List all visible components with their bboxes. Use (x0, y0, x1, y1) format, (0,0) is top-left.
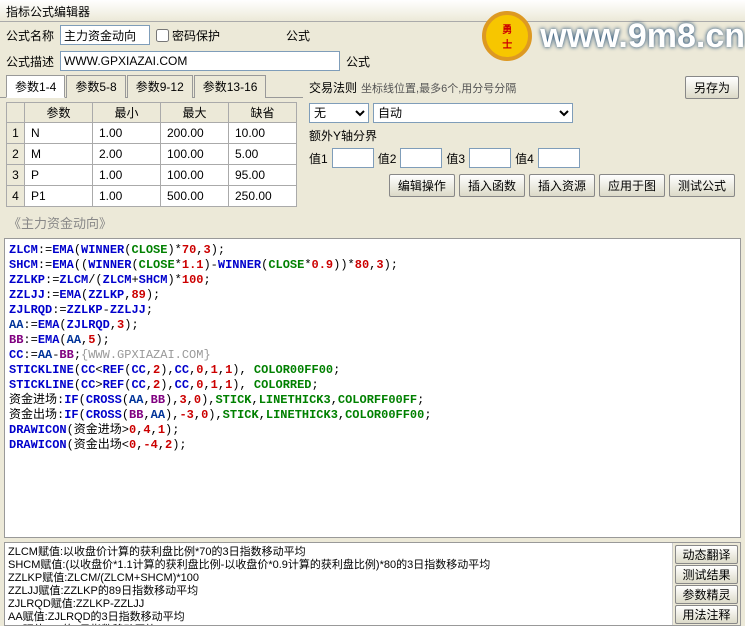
side-btn-2[interactable]: 参数精灵 (675, 585, 738, 604)
password-protect-checkbox[interactable]: 密码保护 (156, 27, 220, 44)
parameter-table: 参数最小最大缺省 1234 (6, 102, 297, 207)
value1-input[interactable] (332, 148, 374, 168)
side-btn-0[interactable]: 动态翻译 (675, 545, 738, 564)
param-1-min[interactable] (96, 124, 156, 142)
toolbar-btn-3[interactable]: 应用于图 (599, 174, 665, 197)
param-4-max[interactable] (164, 187, 224, 205)
formula-name-input[interactable] (60, 25, 150, 45)
formula-desc-label: 公式描述 (6, 53, 54, 70)
toolbar-btn-2[interactable]: 插入资源 (529, 174, 595, 197)
rule-select-2[interactable]: 自动 (373, 103, 573, 123)
code-editor[interactable]: ZLCM:=EMA(WINNER(CLOSE)*70,3); SHCM:=EMA… (4, 238, 741, 538)
param-4-def[interactable] (232, 187, 292, 205)
value4-input[interactable] (538, 148, 580, 168)
trade-rule-label: 交易法则 (309, 79, 357, 96)
formula-label-1: 公式 (286, 27, 310, 44)
side-btn-1[interactable]: 测试结果 (675, 565, 738, 584)
rule-select-1[interactable]: 无 (309, 103, 369, 123)
param-tab-2[interactable]: 参数9-12 (127, 75, 193, 98)
toolbar-btn-4[interactable]: 测试公式 (669, 174, 735, 197)
value2-input[interactable] (400, 148, 442, 168)
param-tab-3[interactable]: 参数13-16 (194, 75, 267, 98)
param-2-min[interactable] (96, 145, 156, 163)
value3-input[interactable] (469, 148, 511, 168)
param-3-max[interactable] (164, 166, 224, 184)
side-btn-3[interactable]: 用法注释 (675, 605, 738, 624)
param-3-def[interactable] (232, 166, 292, 184)
coord-hint: 坐标线位置,最多6个,用分号分隔 (361, 80, 516, 96)
param-1-name[interactable] (28, 124, 88, 142)
param-1-def[interactable] (232, 124, 292, 142)
param-3-name[interactable] (28, 166, 88, 184)
description-panel: ZLCM赋值:以收盘价计算的获利盘比例*70的3日指数移动平均SHCM赋值:(以… (5, 543, 672, 625)
section-title: 《主力资金动向》 (0, 211, 745, 234)
toolbar-btn-1[interactable]: 插入函数 (459, 174, 525, 197)
param-3-min[interactable] (96, 166, 156, 184)
param-2-def[interactable] (232, 145, 292, 163)
param-1-max[interactable] (164, 124, 224, 142)
formula-name-label: 公式名称 (6, 27, 54, 44)
extra-y-label: 额外Y轴分界 (309, 127, 377, 144)
watermark-url: www.9m8.cn (540, 17, 745, 56)
watermark-logo: 勇士 (482, 11, 532, 61)
param-4-name[interactable] (28, 187, 88, 205)
save-as-button[interactable]: 另存为 (685, 76, 739, 99)
param-4-min[interactable] (96, 187, 156, 205)
watermark: 勇士 www.9m8.cn (482, 0, 745, 72)
param-2-max[interactable] (164, 145, 224, 163)
param-tab-1[interactable]: 参数5-8 (66, 75, 125, 98)
formula-desc-input[interactable] (60, 51, 340, 71)
formula-label-2: 公式 (346, 53, 370, 70)
toolbar-btn-0[interactable]: 编辑操作 (389, 174, 455, 197)
param-2-name[interactable] (28, 145, 88, 163)
param-tab-0[interactable]: 参数1-4 (6, 75, 65, 98)
